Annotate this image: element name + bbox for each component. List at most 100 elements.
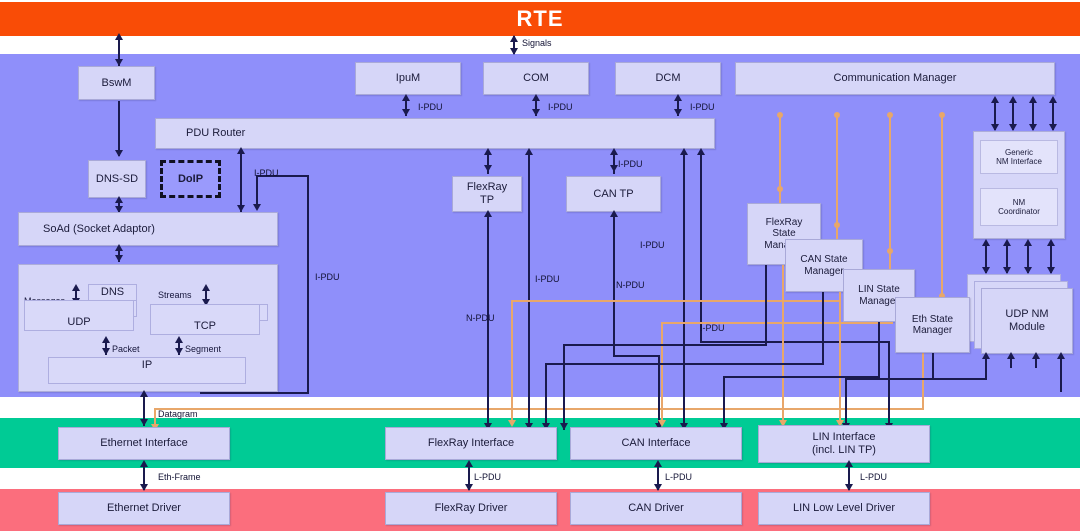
cantp-canif-line-v2 [658, 355, 660, 430]
udpnm-arrow-up-2 [1007, 352, 1015, 359]
soad-branch-line-v [256, 175, 258, 206]
orange-ethsm-line [922, 345, 924, 408]
ip-ethif-arrow-down [140, 419, 148, 426]
pdur-linif-line-h [700, 341, 890, 343]
module-soad[interactable]: SoAd (Socket Adaptor) [18, 212, 278, 246]
nm-udp-arrow-down-3 [1024, 267, 1032, 274]
bswm-rte-arrow-up [115, 33, 123, 40]
udpnm-down-line-4 [1060, 354, 1062, 392]
streams-arrow-up [202, 284, 210, 291]
udpnm-arrow-up-3 [1032, 352, 1040, 359]
orange-canif-run [661, 322, 893, 324]
module-ethernet-driver[interactable]: Ethernet Driver [58, 492, 230, 525]
module-dcm[interactable]: DCM [615, 62, 721, 95]
module-doip[interactable]: DoIP [160, 160, 221, 198]
linsm-line-v2 [723, 376, 725, 430]
segment-arrow-down [175, 348, 183, 355]
nm-udp-arrow-down-1 [982, 267, 990, 274]
module-communication-manager[interactable]: Communication Manager [735, 62, 1055, 95]
edge-label-i-pdu-0: I-PDU [418, 102, 443, 112]
module-flexray-interface[interactable]: FlexRay Interface [385, 427, 557, 460]
cantp-arrow-up [610, 148, 618, 155]
soad-ethif-line [307, 175, 309, 392]
pdur-canif-line [683, 150, 685, 430]
bswm-dnssd-line [118, 101, 120, 156]
ip-ethif-arrow-up [140, 390, 148, 397]
module-bswm[interactable]: BswM [78, 66, 155, 100]
module-can-tp[interactable]: CAN TP [566, 176, 661, 212]
udpnm-arrow-up-4 [1057, 352, 1065, 359]
module-lin-driver[interactable]: LIN Low Level Driver [758, 492, 930, 525]
module-lin-interface[interactable]: LIN Interface (incl. LIN TP) [758, 425, 930, 463]
module-ip[interactable]: IP [48, 357, 246, 384]
nm-udp-arrow-up-1 [982, 239, 990, 246]
label-segment: Segment [185, 344, 222, 354]
edge-label-l-pdu-15: L-PDU [860, 472, 888, 482]
cantp-canif-arrow-up [610, 210, 618, 217]
cansm-line-h [545, 363, 824, 365]
module-pdu-router[interactable]: PDU Router [155, 118, 715, 149]
nm-udp-arrow-down-2 [1003, 267, 1011, 274]
dnssd-soad-arrow-up [115, 196, 123, 203]
edge-label-n-pdu-10: N-PDU [616, 280, 645, 290]
eth-sm-line2: Manager [912, 325, 953, 336]
orange-canif-arrow [658, 420, 666, 427]
module-tcp[interactable]: TCP [150, 304, 260, 335]
module-udp[interactable]: UDP [24, 300, 134, 331]
module-flexray-tp[interactable]: FlexRay TP [452, 176, 522, 212]
pdur-linif-line-v2 [888, 341, 890, 430]
flexrayif-drv-arrow-up [465, 460, 473, 467]
cantp-canif-line-h [613, 355, 660, 357]
module-ethernet-interface[interactable]: Ethernet Interface [58, 427, 230, 460]
linif-drv-arrow-down [845, 484, 853, 491]
lin-if-line1: LIN Interface [812, 431, 876, 444]
edge-label-i-pdu-5: I-PDU [640, 240, 665, 250]
com-arrow-up [532, 94, 540, 101]
orange-flexrayif-line [511, 300, 513, 423]
module-com[interactable]: COM [483, 62, 589, 95]
soad-branch-arrow-down [253, 204, 261, 211]
udpnm-down-h-1 [900, 378, 987, 380]
edge-label-i-pdu-7: I-PDU [535, 274, 560, 284]
module-dns[interactable]: DNS [88, 284, 137, 301]
module-eth-state-manager[interactable]: Eth State Manager [895, 297, 970, 353]
module-dns-sd[interactable]: DNS-SD [88, 160, 146, 198]
flexray-tp-line1: FlexRay [466, 181, 508, 194]
eth-sm-line1: Eth State [911, 313, 954, 325]
edge-label-i-pdu-1: I-PDU [548, 102, 573, 112]
edge-label-eth-frame-12: Eth-Frame [158, 472, 201, 482]
ethsm-line-v1 [932, 353, 934, 380]
linif-drv-arrow-up [845, 460, 853, 467]
nm-udp-arrow-up-2 [1003, 239, 1011, 246]
module-udp-nm[interactable]: UDP NM Module [981, 288, 1073, 354]
comm-nm-arrow-up-3 [1029, 96, 1037, 103]
module-flexray-driver[interactable]: FlexRay Driver [385, 492, 557, 525]
edge-label-i-pdu-2: I-PDU [690, 102, 715, 112]
orange-flexraysm-line [782, 265, 784, 423]
module-ipum[interactable]: IpuM [355, 62, 461, 95]
module-can-driver[interactable]: CAN Driver [570, 492, 742, 525]
flexraysm-line-v1 [765, 265, 767, 346]
generic-nm-line1: Generic [1004, 147, 1033, 157]
module-can-interface[interactable]: CAN Interface [570, 427, 742, 460]
linsm-line-v1 [878, 322, 880, 378]
nm-udp-arrow-up-4 [1047, 239, 1055, 246]
edge-label-l-pdu-14: L-PDU [665, 472, 693, 482]
bswm-rte-arrow-down [115, 59, 123, 66]
nm-udp-arrow-down-4 [1047, 267, 1055, 274]
signals-label: Signals [522, 38, 552, 48]
canif-drv-arrow-up [654, 460, 662, 467]
can-sm-line1: CAN State [800, 254, 848, 265]
autosar-communication-stack-diagram: RTE Signals BswM IpuM COM DCM Communicat… [0, 0, 1080, 532]
udp-nm-line1: UDP NM [1005, 308, 1049, 321]
flexray-sm-line1: FlexRay [765, 216, 803, 228]
orange-flexrayif-run [511, 300, 841, 302]
orange-canif-line [661, 322, 663, 423]
cantp-arrow-down [610, 165, 618, 172]
dcm-arrow-up [674, 94, 682, 101]
module-nm-coordinator[interactable]: NM Coordinator [980, 188, 1058, 226]
soad-ethif-line-h [200, 392, 309, 394]
soad-tcpip-arrow-down [115, 255, 123, 262]
udpnm-arrow-up-1 [982, 352, 990, 359]
module-generic-nm-interface[interactable]: Generic NM Interface [980, 140, 1058, 174]
